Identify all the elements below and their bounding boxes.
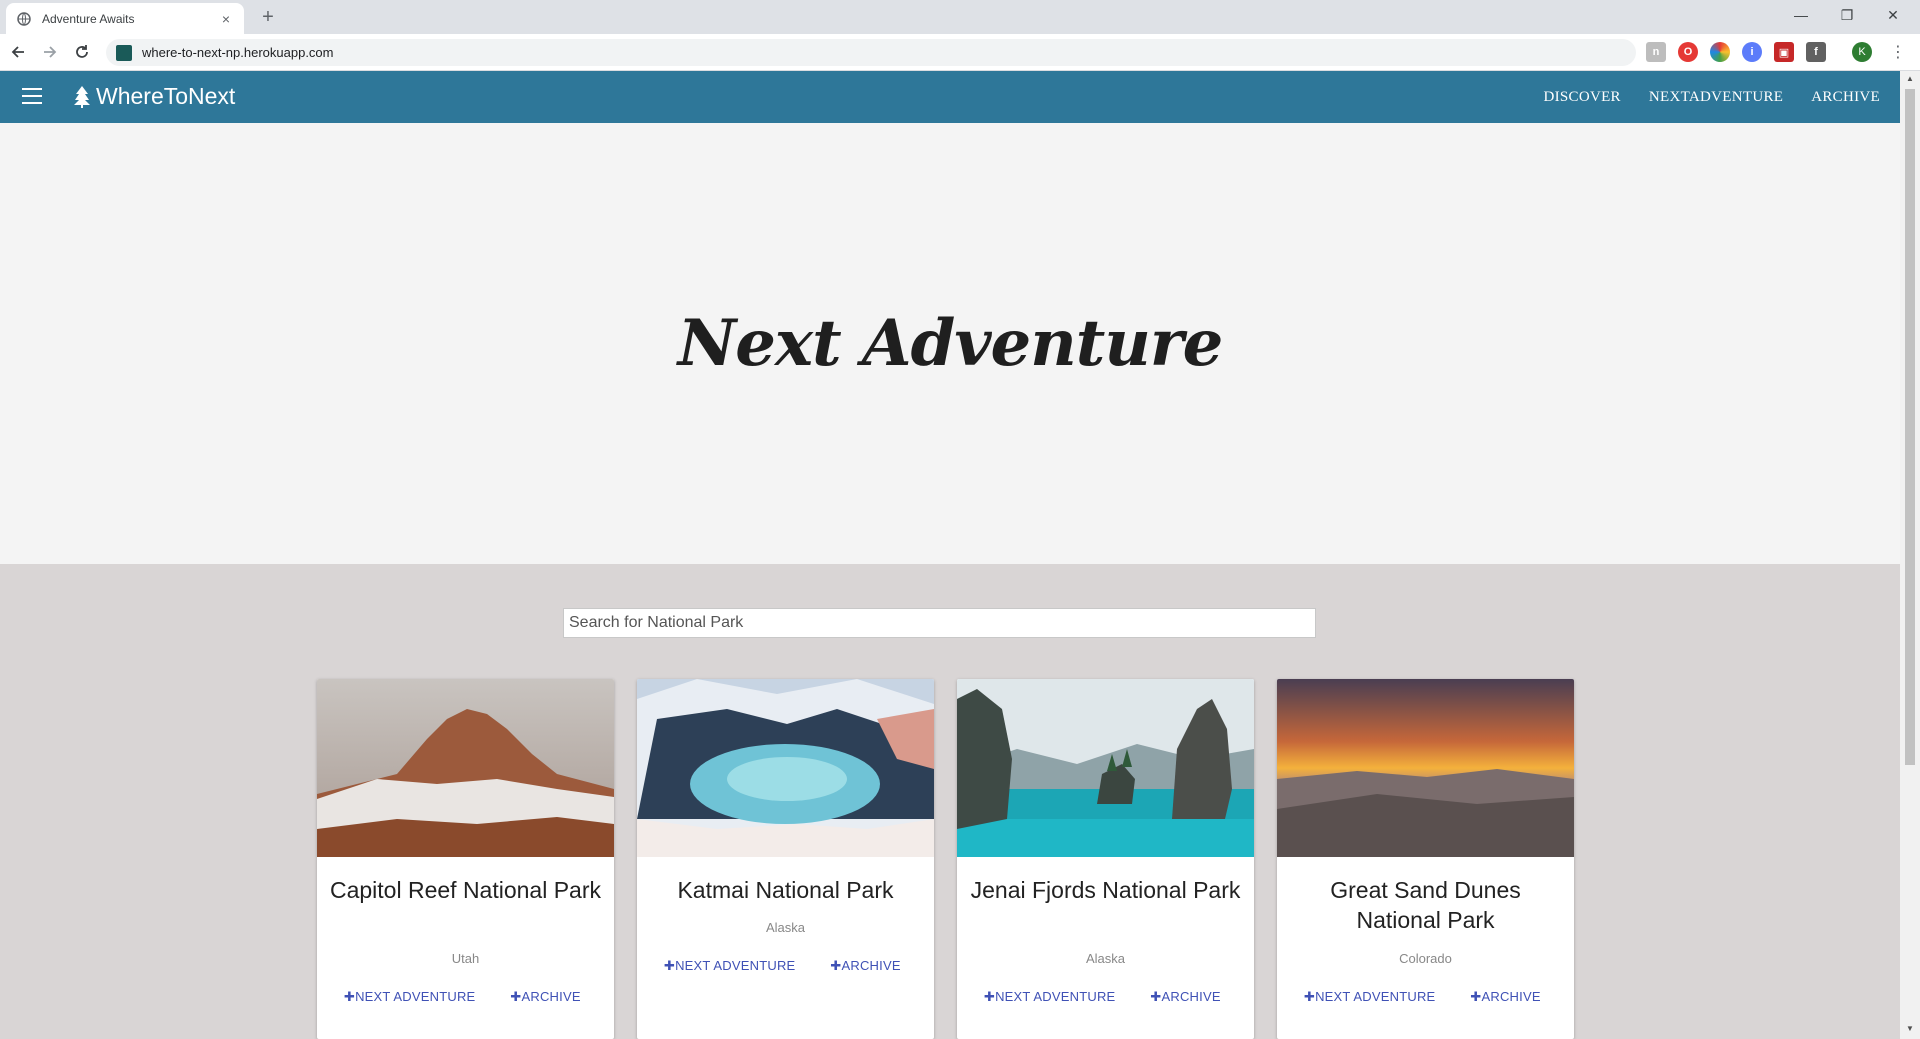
browser-menu-icon[interactable]: ⋮	[1890, 42, 1906, 62]
browser-tab-strip: Adventure Awaits × + — ❐ ✕	[0, 0, 1920, 34]
park-card: Great Sand Dunes National Park Colorado …	[1277, 679, 1574, 1039]
info-extension-icon[interactable]: i	[1742, 42, 1762, 62]
url-text: where-to-next-np.herokuapp.com	[142, 45, 334, 60]
close-tab-icon[interactable]: ×	[218, 11, 234, 27]
restore-icon[interactable]: ❐	[1824, 0, 1870, 30]
nav-nextadventure[interactable]: NEXTADVENTURE	[1649, 89, 1783, 106]
park-search-input[interactable]	[563, 608, 1316, 638]
park-state: Utah	[451, 951, 480, 966]
scroll-down-arrow-icon[interactable]: ▼	[1904, 1024, 1916, 1036]
page-scrollbar[interactable]: ▲ ▼	[1900, 71, 1920, 1039]
new-tab-button[interactable]: +	[256, 6, 280, 30]
add-archive-button[interactable]: ✚ARCHIVE	[830, 958, 900, 974]
nav-links: DISCOVER NEXTADVENTURE ARCHIVE	[1515, 71, 1880, 123]
park-image	[957, 679, 1254, 857]
add-next-adventure-button[interactable]: ✚NEXT ADVENTURE	[1304, 989, 1435, 1005]
park-image	[637, 679, 934, 857]
park-title: Jenai Fjords National Park	[970, 877, 1241, 903]
park-state: Colorado	[1399, 951, 1452, 966]
facebook-extension-icon[interactable]: f	[1806, 42, 1826, 62]
park-card: Jenai Fjords National Park Alaska ✚NEXT …	[957, 679, 1254, 1039]
brand-name: WhereToNext	[96, 83, 236, 109]
add-next-adventure-button[interactable]: ✚NEXT ADVENTURE	[984, 989, 1115, 1005]
hero-section: Next Adventure	[0, 123, 1900, 564]
add-next-adventure-button[interactable]: ✚NEXT ADVENTURE	[344, 989, 475, 1005]
add-archive-button[interactable]: ✚ARCHIVE	[510, 989, 580, 1005]
park-title: Capitol Reef National Park	[329, 877, 602, 903]
browser-toolbar: where-to-next-np.herokuapp.com n O i ▣ f…	[0, 34, 1920, 71]
scroll-up-arrow-icon[interactable]: ▲	[1904, 74, 1916, 86]
profile-avatar[interactable]: K	[1852, 42, 1872, 62]
tab-title: Adventure Awaits	[42, 11, 135, 26]
globe-icon	[16, 11, 32, 27]
screenshot-extension-icon[interactable]: ▣	[1774, 42, 1794, 62]
minimize-icon[interactable]: —	[1778, 0, 1824, 30]
card-actions: ✚NEXT ADVENTURE ✚ARCHIVE	[984, 989, 1254, 1005]
card-actions: ✚NEXT ADVENTURE ✚ARCHIVE	[344, 989, 614, 1005]
nav-archive[interactable]: ARCHIVE	[1811, 89, 1880, 106]
park-image	[317, 679, 614, 857]
card-actions: ✚NEXT ADVENTURE ✚ARCHIVE	[664, 958, 934, 974]
park-title: Great Sand Dunes National Park	[1330, 877, 1521, 933]
forward-icon[interactable]	[38, 40, 62, 64]
nav-discover[interactable]: DISCOVER	[1543, 89, 1620, 106]
page-viewport: WhereToNext DISCOVER NEXTADVENTURE ARCHI…	[0, 71, 1900, 1039]
card-actions: ✚NEXT ADVENTURE ✚ARCHIVE	[1304, 989, 1574, 1005]
back-icon[interactable]	[6, 40, 30, 64]
app-navbar: WhereToNext DISCOVER NEXTADVENTURE ARCHI…	[0, 71, 1900, 123]
page-title: Next Adventure	[677, 306, 1224, 381]
site-favicon-icon	[116, 44, 132, 61]
opera-extension-icon[interactable]: O	[1678, 42, 1698, 62]
park-image	[1277, 679, 1574, 857]
hamburger-menu-icon[interactable]	[22, 88, 42, 104]
add-next-adventure-button[interactable]: ✚NEXT ADVENTURE	[664, 958, 795, 974]
park-card: Capitol Reef National Park Utah ✚NEXT AD…	[317, 679, 614, 1039]
brand-logo[interactable]: WhereToNext	[72, 83, 235, 110]
address-bar[interactable]: where-to-next-np.herokuapp.com	[106, 39, 1636, 66]
park-card: Katmai National Park Alaska ✚NEXT ADVENT…	[637, 679, 934, 1039]
park-title: Katmai National Park	[677, 877, 894, 903]
add-archive-button[interactable]: ✚ARCHIVE	[1150, 989, 1220, 1005]
scrollbar-thumb[interactable]	[1905, 89, 1915, 765]
park-state: Alaska	[765, 920, 806, 935]
color-extension-icon[interactable]	[1710, 42, 1730, 62]
window-close-icon[interactable]: ✕	[1870, 0, 1916, 30]
add-archive-button[interactable]: ✚ARCHIVE	[1470, 989, 1540, 1005]
tree-icon	[74, 85, 90, 108]
reload-icon[interactable]	[70, 40, 94, 64]
park-state: Alaska	[1085, 951, 1126, 966]
browser-tab[interactable]: Adventure Awaits ×	[6, 3, 244, 34]
extension-icon[interactable]: n	[1646, 42, 1666, 62]
